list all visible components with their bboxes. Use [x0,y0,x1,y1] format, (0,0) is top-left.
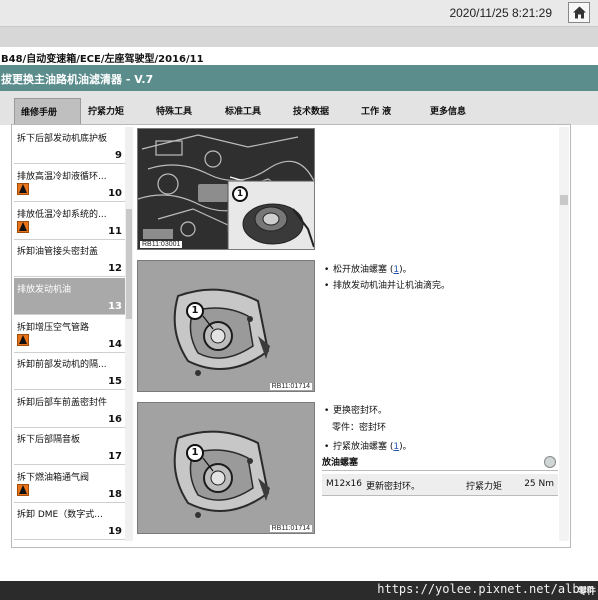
tab-repair-manual[interactable]: 维修手册 [14,98,81,125]
datetime: 2020/11/25 8:21:29 [449,6,552,20]
info-icon[interactable] [544,456,556,468]
home-icon [573,6,586,19]
figure-label: RB11:03001 [140,241,183,248]
list-item[interactable]: 拆卸后部车前盖密封件 16 [14,391,125,428]
step-list-scrollbar[interactable] [125,127,133,541]
step-label: 拆卸前部发动机的隔... [17,360,107,370]
list-item[interactable]: 拆下后部发动机底护板 9 [14,127,125,164]
thread-cell: M12x16 [326,479,362,489]
step-list: 拆下后部发动机底护板 9 排放高温冷却液循环... 10 排放低温冷却系统的..… [14,127,125,541]
tab-special-tools[interactable]: 特殊工具 [150,98,216,125]
callout-badge: 1 [186,302,204,320]
step-number: 11 [108,226,122,237]
step-number: 10 [108,188,122,199]
list-item-active[interactable]: 排放发动机油 13 [14,278,125,315]
figure-label: RB11:01714 [269,383,312,390]
warning-icon [17,334,29,346]
step-label: 排放发动机油 [17,285,72,295]
warning-icon [17,484,29,496]
tab-standard-tools[interactable]: 标准工具 [219,98,285,125]
table-row: M12x16 更新密封环。 拧紧力矩 25 Nm [322,474,558,496]
tab-strip: 维修手册 拧紧力矩 特殊工具 标准工具 技术数据 工作 液 更多信息 [0,91,598,125]
breadcrumb: B48/自动变速箱/ECE/左座驾驶型/2016/11 [0,47,598,65]
tab-technical-data[interactable]: 技术数据 [287,98,353,125]
step-label: 排放高温冷却液循环... [17,172,107,182]
step-label: 拆卸 DME（数字式... [17,510,103,520]
step-label: 拆下后部发动机底护板 [17,134,108,144]
step-number: 13 [108,301,122,312]
instruction-line: • 排放发动机油并让机油滴完。 [324,281,451,291]
top-bar: 2020/11/25 8:21:29 [0,0,598,27]
step-label: 拆卸油管接头密封盖 [17,247,99,257]
step-number: 19 [108,526,122,537]
note-cell: 更新密封环。 [366,482,421,492]
home-button[interactable] [568,2,590,23]
value-cell: 25 Nm [524,479,554,489]
watermark: https://yolee.pixnet.net/album [377,582,594,596]
step-number: 9 [115,150,122,161]
list-item[interactable]: 排放低温冷却系统的... 11 [14,203,125,240]
step-number: 18 [108,489,122,500]
scroll-thumb[interactable] [560,195,568,205]
list-item[interactable]: 排放高温冷却液循环... 10 [14,165,125,202]
list-item[interactable]: 拆卸前部发动机的隔... 15 [14,353,125,390]
list-item[interactable]: 拆下后部隔音板 17 [14,428,125,465]
instruction-line: • 更换密封环。 [324,406,388,416]
scroll-thumb[interactable] [126,209,132,319]
page-title: 拔更换主油路机油滤清器 - V.7 [0,65,598,91]
callout-badge: 1 [186,444,204,462]
callout-badge: 1 [232,186,248,202]
instruction-line: • 松开放油螺塞 (1)。 [324,265,412,275]
step-label: 拆下后部隔音板 [17,435,81,445]
content-scrollbar[interactable] [559,127,569,541]
step-label: 拆下燃油箱通气阀 [17,473,90,483]
step-number: 14 [108,339,122,350]
warning-icon [17,221,29,233]
instruction-line: • 拧紧放油螺塞 (1)。 [324,442,412,452]
oil-pan-image: 1 RB11:01714 [137,260,315,392]
list-item[interactable]: 拆卸 DME（数字式... 19 [14,503,125,540]
step-label: 拆卸后部车前盖密封件 [17,398,108,408]
warning-icon [17,183,29,195]
list-item[interactable]: 拆下燃油箱通气阀 18 [14,466,125,503]
tab-more-info[interactable]: 更多信息 [424,98,490,125]
tab-fluids[interactable]: 工作 液 [355,98,421,125]
torque-table-heading: 放油螺塞 [322,455,558,471]
engine-bay-image: 1 RB11:03001 [137,128,315,250]
list-item[interactable]: 拆卸增压空气管路 14 [14,316,125,353]
tab-torque[interactable]: 拧紧力矩 [82,98,148,125]
list-item[interactable]: 拆卸油管接头密封盖 12 [14,240,125,277]
parts-line: 零件：密封环 [332,423,387,433]
step-number: 16 [108,414,122,425]
step-label: 拆卸增压空气管路 [17,323,90,333]
step-number: 15 [108,376,122,387]
step-number: 12 [108,263,122,274]
oil-pan-image-2: 1 RB11:01714 [137,402,315,534]
figure-label: RB11:01714 [269,525,312,532]
step-number: 17 [108,451,122,462]
type-cell: 拧紧力矩 [466,482,503,492]
toolbar-gap [0,27,598,47]
step-label: 排放低温冷却系统的... [17,210,107,220]
